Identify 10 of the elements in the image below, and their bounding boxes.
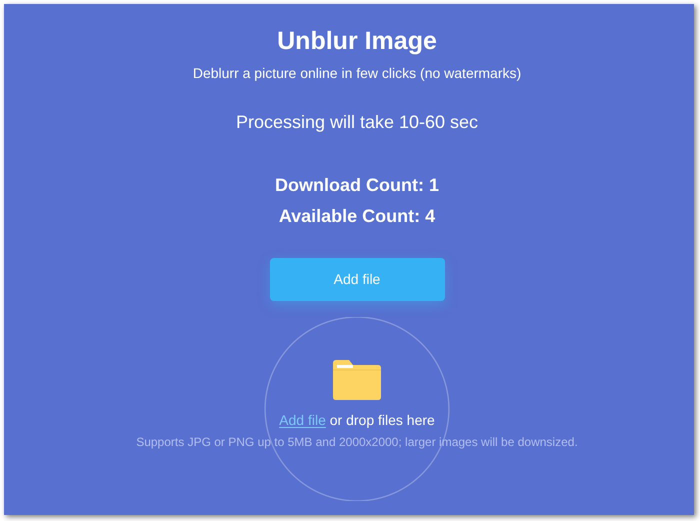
page-title: Unblur Image bbox=[277, 26, 437, 56]
drop-text: or drop files here bbox=[330, 412, 435, 428]
add-file-link[interactable]: Add file bbox=[279, 412, 326, 428]
subtitle: Deblurr a picture online in few clicks (no watermarks) bbox=[192, 64, 522, 82]
count-label: Download Count: 1 bbox=[275, 174, 439, 197]
count-label: Available Count: 4 bbox=[278, 205, 436, 228]
processing-note: Processing will take 10-60 sec bbox=[236, 111, 478, 134]
folder-icon bbox=[333, 360, 381, 400]
add-file-button[interactable]: Add file bbox=[270, 258, 444, 301]
supported-formats-note: Supports JPG or PNG up to 5MB and 2000x2000; larger images will be downsized. bbox=[136, 434, 578, 450]
